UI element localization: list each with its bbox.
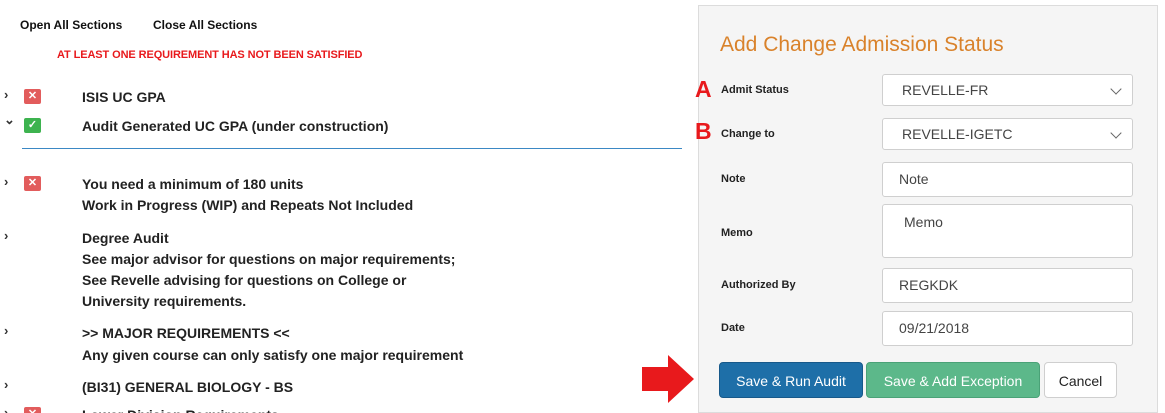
- chevron-right-icon[interactable]: ›: [4, 377, 8, 392]
- satisfied-icon: ✓: [24, 118, 41, 133]
- audit-row-subtitle: Any given course can only satisfy one ma…: [82, 347, 464, 363]
- audit-row-subtitle: Work in Progress (WIP) and Repeats Not I…: [82, 197, 414, 213]
- audit-row-lower-division[interactable]: › ✕ Lower Division Requirements: [0, 404, 680, 413]
- admit-status-label: Admit Status: [721, 84, 789, 96]
- change-to-label: Change to: [721, 128, 775, 140]
- audit-row-line: See Revelle advising for questions on Co…: [82, 272, 407, 288]
- unsatisfied-icon: ✕: [24, 89, 41, 104]
- memo-textarea[interactable]: Memo: [882, 204, 1133, 258]
- panel-title: Add Change Admission Status: [720, 33, 1004, 56]
- chevron-right-icon[interactable]: ›: [4, 87, 8, 102]
- save-add-exception-button[interactable]: Save & Add Exception: [866, 362, 1040, 398]
- unsatisfied-icon: ✕: [24, 176, 41, 191]
- authorized-by-value: REGKDK: [899, 277, 959, 293]
- cancel-button[interactable]: Cancel: [1044, 362, 1117, 398]
- note-label: Note: [721, 173, 746, 185]
- date-value: 09/21/2018: [899, 320, 970, 336]
- annotation-arrow-icon: [642, 355, 694, 403]
- audit-row-major-requirements[interactable]: › >> MAJOR REQUIREMENTS << Any given cou…: [0, 322, 680, 366]
- chevron-down-icon[interactable]: ⌄: [4, 112, 15, 128]
- date-input[interactable]: 09/21/2018: [882, 311, 1133, 346]
- audit-row-isis-uc-gpa[interactable]: › ✕ ISIS UC GPA: [0, 86, 680, 108]
- chevron-right-icon[interactable]: ›: [4, 405, 8, 413]
- authorized-by-input[interactable]: REGKDK: [882, 268, 1133, 303]
- audit-row-generated-uc-gpa[interactable]: ⌄ ✓ Audit Generated UC GPA (under constr…: [0, 112, 680, 137]
- chevron-right-icon[interactable]: ›: [4, 174, 8, 189]
- note-input[interactable]: Note: [882, 162, 1133, 197]
- close-all-sections-link[interactable]: Close All Sections: [153, 18, 257, 32]
- open-all-sections-link[interactable]: Open All Sections: [20, 18, 122, 32]
- annotation-letter-b: B: [695, 118, 712, 144]
- annotation-letter-a: A: [695, 76, 712, 102]
- memo-label: Memo: [721, 227, 753, 239]
- admit-status-value: REVELLE-FR: [902, 82, 989, 98]
- chevron-down-icon: [1110, 127, 1122, 139]
- audit-row-title: >> MAJOR REQUIREMENTS <<: [82, 325, 290, 341]
- audit-row-min-units[interactable]: › ✕ You need a minimum of 180 units Work…: [0, 173, 680, 217]
- unsatisfied-warning: AT LEAST ONE REQUIREMENT HAS NOT BEEN SA…: [57, 49, 363, 61]
- change-to-select[interactable]: REVELLE-IGETC: [882, 118, 1133, 150]
- unsatisfied-icon: ✕: [24, 407, 41, 413]
- change-to-value: REVELLE-IGETC: [902, 126, 1013, 142]
- authorized-by-label: Authorized By: [721, 279, 796, 291]
- memo-placeholder: Memo: [904, 214, 943, 230]
- audit-row-degree-audit[interactable]: › Degree Audit See major advisor for que…: [0, 227, 680, 313]
- section-divider: [22, 148, 682, 149]
- audit-row-title: (BI31) GENERAL BIOLOGY - BS: [82, 379, 294, 395]
- date-label: Date: [721, 322, 745, 334]
- save-run-audit-button[interactable]: Save & Run Audit: [719, 362, 863, 398]
- audit-row-line: See major advisor for questions on major…: [82, 251, 456, 267]
- audit-row-title: Audit Generated UC GPA (under constructi…: [82, 118, 389, 134]
- admit-status-select[interactable]: REVELLE-FR: [882, 74, 1133, 106]
- chevron-right-icon[interactable]: ›: [4, 323, 8, 338]
- audit-row-line: University requirements.: [82, 293, 247, 309]
- note-placeholder: Note: [899, 171, 929, 187]
- audit-row-title: Lower Division Requirements: [82, 405, 279, 413]
- audit-row-title: Degree Audit: [82, 230, 169, 246]
- audit-row-general-biology[interactable]: › (BI31) GENERAL BIOLOGY - BS: [0, 376, 680, 398]
- audit-row-title: You need a minimum of 180 units: [82, 176, 304, 192]
- chevron-right-icon[interactable]: ›: [4, 228, 8, 243]
- audit-row-title: ISIS UC GPA: [82, 89, 166, 105]
- chevron-down-icon: [1110, 83, 1122, 95]
